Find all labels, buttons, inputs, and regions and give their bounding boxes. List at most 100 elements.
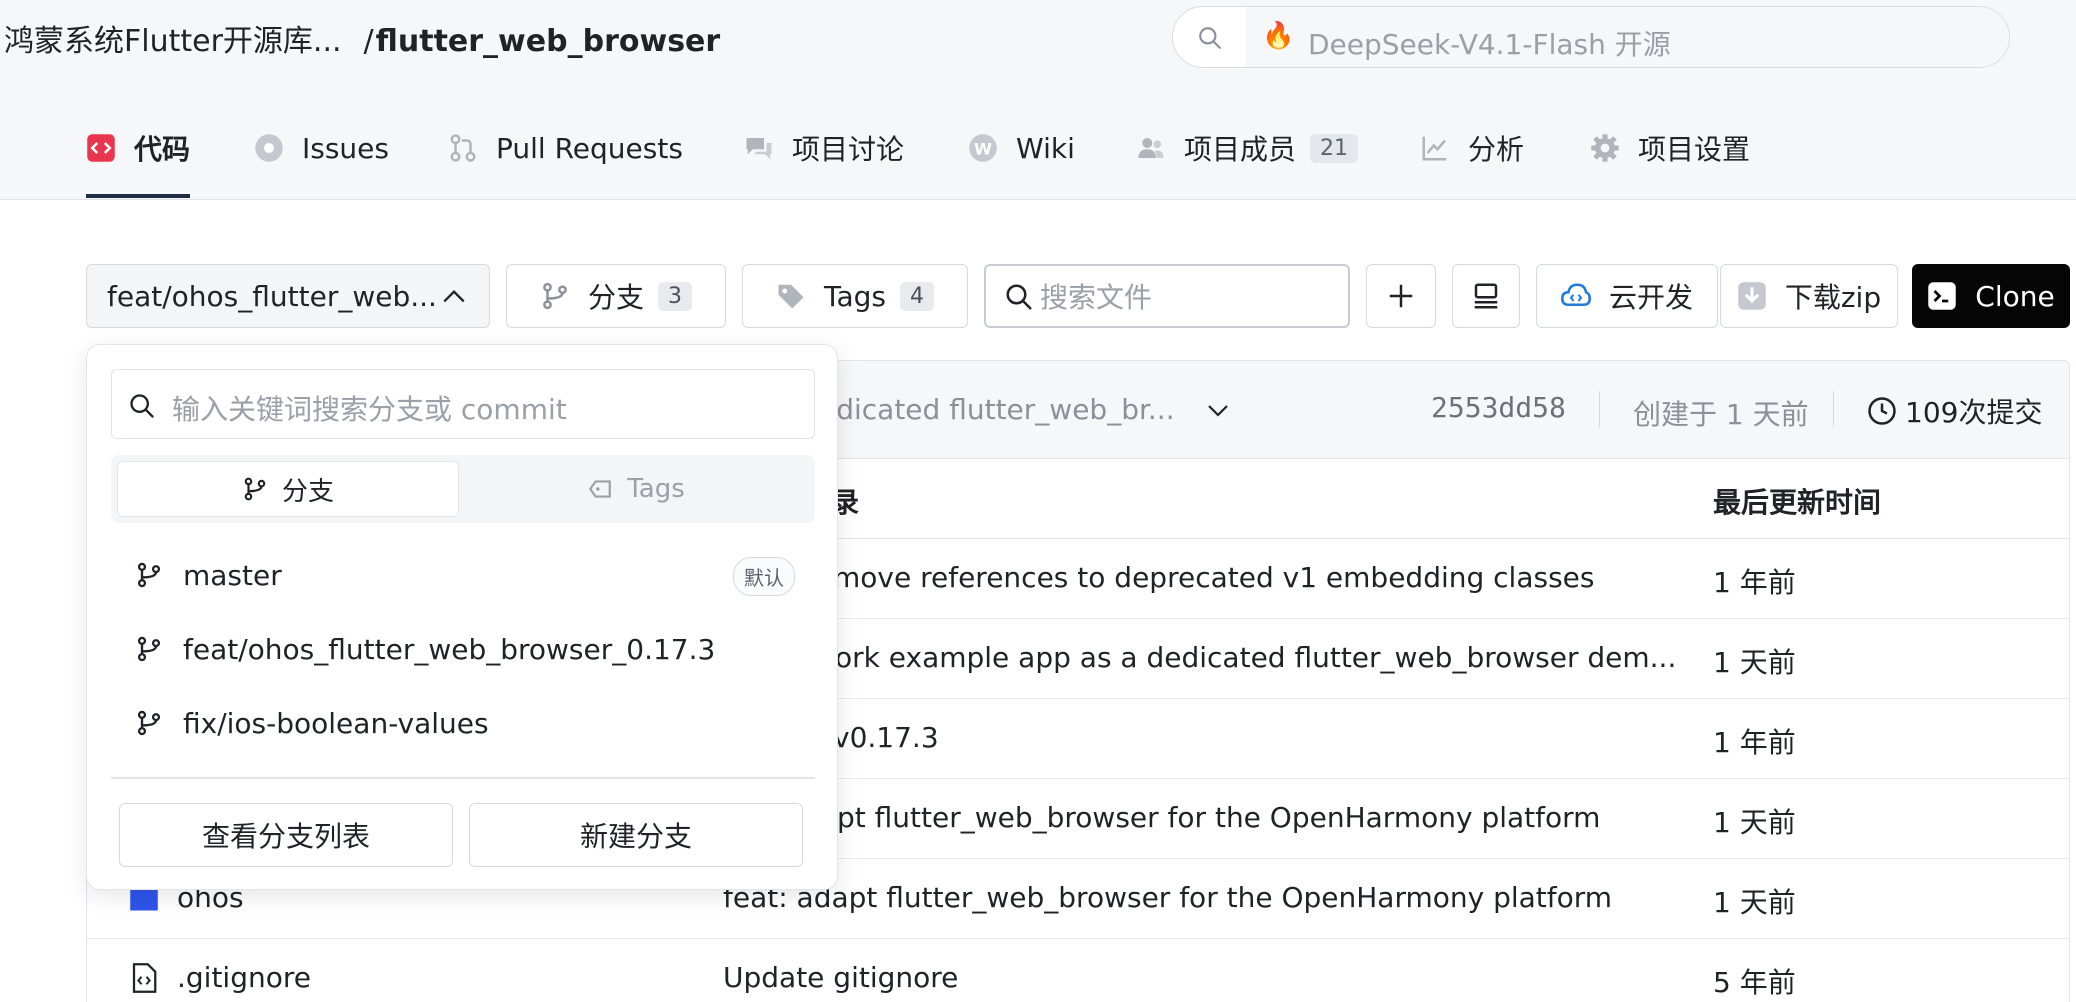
svg-text:W: W [974,139,992,158]
file-search-placeholder: 搜索文件 [1040,281,1153,314]
cloud-dev-label: 云开发 [1608,281,1693,314]
repo-title: 鸿蒙系统Flutter开源库... /flutter_web_browser [4,16,720,60]
global-search-suggestion: DeepSeek-V4.1-Flash 开源 [1308,28,1671,61]
branch-icon [244,477,266,501]
default-branch-badge: 默认 [733,557,795,596]
search-icon [130,394,154,418]
commit-created-time: 创建于 1 天前 [1633,398,1809,431]
branch-search-placeholder: 输入关键词搜索分支或 commit [172,393,567,426]
panel-icon [1474,283,1498,309]
branch-option-feat[interactable]: feat/ohos_flutter_web_browser_0.17.3 [135,625,795,673]
tab-pull-requests-label: Pull Requests [496,131,683,165]
table-row[interactable]: .gitignore Update gitignore 5 年前 [87,939,2069,1002]
discussion-icon [746,138,772,160]
column-header-time: 最后更新时间 [1713,486,1882,519]
row-commit-message[interactable]: v0.17.3 [833,721,939,754]
cloud-code-icon [1560,283,1591,306]
repo-name-link[interactable]: flutter_web_browser [376,24,721,59]
tab-settings-label: 项目设置 [1638,133,1751,166]
file-search-input[interactable]: 搜索文件 [984,264,1350,328]
global-search-input[interactable]: 🔥 DeepSeek-V4.1-Flash 开源 [1246,7,2009,67]
tab-pull-requests[interactable]: Pull Requests [448,126,683,170]
chevron-down-icon[interactable] [1205,401,1231,421]
repo-tabs: 代码 Issues Pull Requests 项目讨论 W Wiki 项目成员… [0,96,2076,200]
download-zip-button[interactable]: 下载zip [1720,264,1898,328]
row-updated-time: 1 天前 [1713,886,1796,919]
branch-option-fix[interactable]: fix/ios-boolean-values [135,699,795,747]
tab-discussions[interactable]: 项目讨论 [744,126,904,170]
row-commit-message[interactable]: Update gitignore [723,961,958,994]
chevron-up-icon [443,289,465,303]
segment-tags[interactable]: Tags [461,461,811,517]
wiki-icon: W [969,134,997,162]
cloud-dev-button[interactable]: 云开发 [1536,264,1718,328]
commit-count-link[interactable]: 109次提交 [1867,391,2042,431]
branch-icon [543,282,567,310]
row-updated-time: 1 年前 [1713,566,1796,599]
members-icon [1138,138,1164,158]
branch-selector[interactable]: feat/ohos_flutter_web... [86,264,490,328]
tab-wiki-label: Wiki [1016,131,1075,165]
segment-branches[interactable]: 分支 [117,461,459,517]
tab-analytics-label: 分析 [1468,133,1525,166]
tab-issues[interactable]: Issues [254,126,389,170]
search-icon [1006,284,1032,310]
tab-issues-label: Issues [302,131,389,165]
branch-search-input[interactable]: 输入关键词搜索分支或 commit [111,369,815,439]
row-commit-message[interactable]: move references to deprecated v1 embeddi… [833,561,1594,594]
tags-button[interactable]: Tags 4 [742,264,968,328]
path-separator: / [363,24,374,59]
row-updated-time: 1 天前 [1713,646,1796,679]
tags-button-label: Tags [824,279,886,313]
clone-label: Clone [1975,279,2055,313]
branch-selector-label: feat/ohos_flutter_web... [107,279,437,313]
gear-icon [1591,134,1619,162]
tab-analytics[interactable]: 分析 [1420,126,1524,170]
tag-icon [778,284,804,309]
search-icon [1199,27,1221,49]
chart-icon [1422,136,1447,161]
latest-commit-message[interactable]: edicated flutter_web_br... [819,393,1175,426]
row-file-name[interactable]: .gitignore [177,961,311,994]
divider [111,777,815,779]
code-icon [87,134,115,162]
row-commit-message[interactable]: pt flutter_web_browser for the OpenHarmo… [837,801,1600,834]
global-search-box[interactable]: 🔥 DeepSeek-V4.1-Flash 开源 [1172,6,2010,68]
branches-button-label: 分支 [587,281,644,314]
branch-option-master[interactable]: master 默认 [135,551,795,599]
tab-settings[interactable]: 项目设置 [1590,126,1750,170]
tab-members[interactable]: 项目成员 21 [1136,126,1359,170]
tab-members-label: 项目成员 [1184,133,1297,166]
pull-request-icon [450,134,476,162]
plus-icon [1389,284,1413,308]
top-header: 鸿蒙系统Flutter开源库... /flutter_web_browser 🔥 … [0,0,2076,96]
clone-button[interactable]: Clone [1912,264,2070,328]
namespace-link[interactable]: 鸿蒙系统Flutter开源库... [4,24,342,59]
new-branch-button[interactable]: 新建分支 [469,803,803,867]
tag-outline-icon [589,480,612,498]
row-commit-message[interactable]: ork example app as a dedicated flutter_w… [835,641,1676,674]
branches-button[interactable]: 分支 3 [506,264,726,328]
row-updated-time: 5 年前 [1713,966,1796,999]
row-updated-time: 1 天前 [1713,806,1796,839]
fire-icon: 🔥 [1262,21,1295,51]
branch-option-label: master [183,558,282,592]
branch-icon [137,636,161,662]
file-code-icon [132,963,157,993]
row-commit-message[interactable]: feat: adapt flutter_web_browser for the … [723,881,1612,914]
web-ide-button[interactable] [1452,264,1520,328]
branch-option-label: fix/ios-boolean-values [183,706,489,740]
branch-option-label: feat/ohos_flutter_web_browser_0.17.3 [183,632,716,666]
segment-branches-label: 分支 [281,476,334,507]
members-count-badge: 21 [1310,133,1359,163]
branch-icon [137,710,161,736]
tab-wiki[interactable]: W Wiki [968,126,1075,170]
add-file-button[interactable] [1366,264,1436,328]
branch-icon [137,562,161,588]
row-updated-time: 1 年前 [1713,726,1796,759]
commit-hash[interactable]: 2553dd58 [1431,391,1566,424]
tab-code[interactable]: 代码 [86,126,190,170]
view-branch-list-button[interactable]: 查看分支列表 [119,803,453,867]
branch-dropdown: 输入关键词搜索分支或 commit 分支 Tags master 默认 feat… [86,344,838,890]
commit-count-label: 109次提交 [1905,396,2043,429]
